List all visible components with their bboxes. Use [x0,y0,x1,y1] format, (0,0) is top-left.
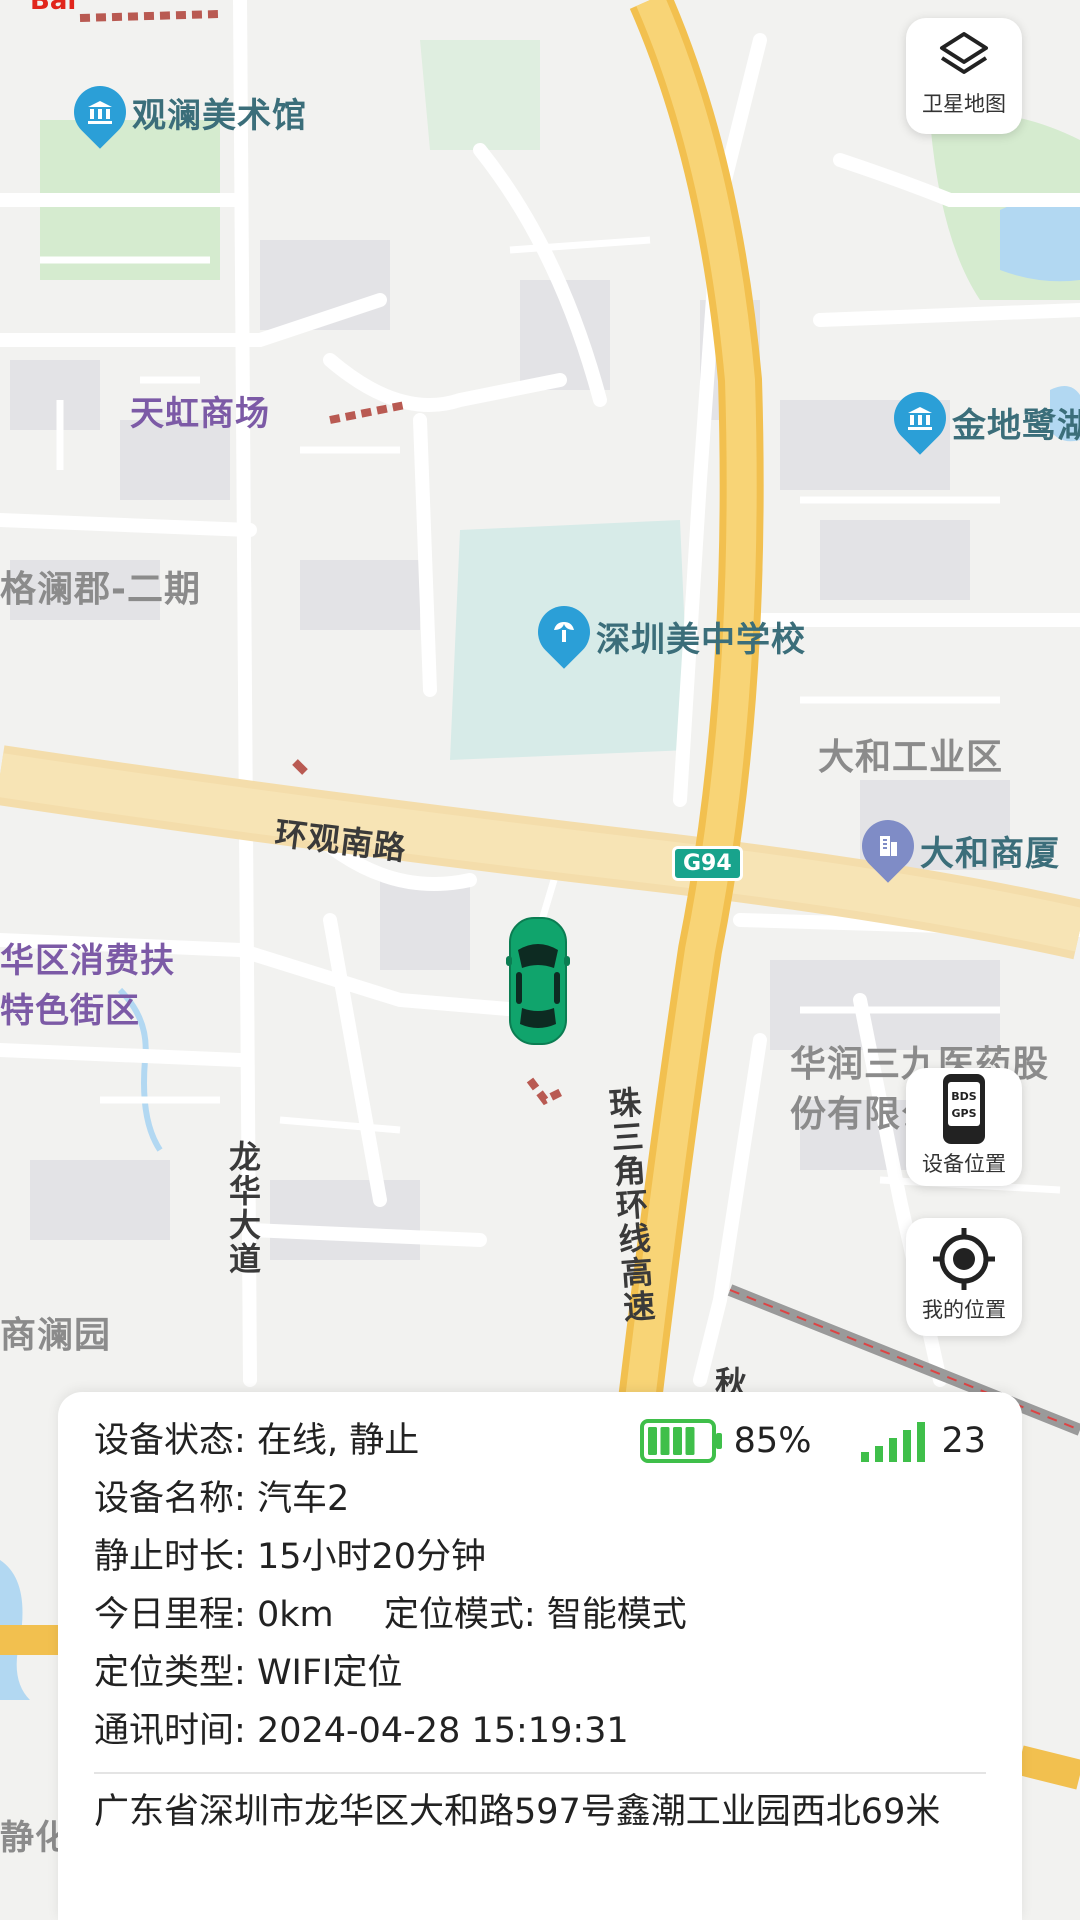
address-text: 广东省深圳市龙华区大和路597号鑫潮工业园西北69米 [94,1792,941,1832]
mileage-label: 今日里程: [94,1595,246,1635]
device-location-label: 设备位置 [922,1152,1006,1176]
my-location-button[interactable]: 我的位置 [906,1218,1022,1336]
poi-longhua-consumption-street[interactable]: 华区消费扶特色街区 [0,936,200,1036]
device-location-button[interactable]: BDS GPS 设备位置 [906,1068,1022,1186]
poi-shenzhen-meizhong-school[interactable]: 深圳美中学校 [596,612,806,661]
device-name-row: 设备名称: 汽车2 [94,1470,986,1528]
location-type-value: WIFI定位 [256,1653,403,1693]
museum-icon [908,407,932,430]
battery-percent: 85% [733,1421,812,1461]
museum-pin-icon[interactable] [63,75,137,149]
battery-level-bars [647,1427,695,1455]
residential-pin-icon[interactable] [883,381,957,455]
dashed-boundary [79,10,221,22]
battery-bar [647,1427,657,1455]
battery-bar [660,1427,670,1455]
signal-strength-icon [861,1422,926,1462]
mileage-value: 0km [256,1595,334,1635]
dashed-boundary [292,759,308,775]
poi-guanlan-art-museum[interactable]: 观澜美术馆 [132,88,307,137]
my-location-label: 我的位置 [922,1298,1006,1322]
device-name-value: 汽车2 [256,1479,350,1519]
still-duration-label: 静止时长: [94,1537,246,1577]
still-duration-row: 静止时长: 15小时20分钟 [94,1528,986,1586]
location-type-label: 定位类型: [94,1653,246,1693]
road-longhua-avenue: 龙华大道 [224,1140,262,1276]
car-marker-icon[interactable] [506,916,570,1046]
device-name-label: 设备名称: [94,1479,246,1519]
school-pin-icon[interactable] [527,595,601,669]
status-indicators: 85% 23 [639,1412,986,1470]
poi-jindi-egret[interactable]: 金地鹭湖 [952,398,1080,447]
satellite-map-button[interactable]: 卫星地图 [906,18,1022,134]
status-value: 在线, 静止 [256,1421,420,1461]
gps-text: GPS [951,1107,976,1120]
battery-icon [639,1419,722,1463]
dashed-boundary [526,1077,567,1106]
mileage-mode-row: 今日里程: 0km 定位模式: 智能模式 [94,1586,986,1644]
location-mode-value: 智能模式 [546,1595,687,1635]
poi-dahe-industrial-zone[interactable]: 大和工业区 [818,728,1003,780]
comm-time-value: 2024-04-28 15:19:31 [256,1711,629,1751]
g94-route-shield: G94 [672,846,743,881]
museum-icon [88,101,112,124]
layers-icon [940,32,988,74]
satellite-map-label: 卫星地图 [922,92,1006,116]
building-pin-icon[interactable] [851,809,925,883]
road-right-bottom [1016,1745,1080,1790]
location-mode-label: 定位模式: [383,1595,536,1635]
poi-gelanjun-phase2[interactable]: 格澜郡-二期 [0,560,201,612]
office-building-icon [880,836,897,856]
location-type-row: 定位类型: WIFI定位 [94,1644,986,1702]
school-icon [554,622,574,642]
divider [94,1772,986,1774]
poi-dahe-building[interactable]: 大和商厦 [920,826,1060,875]
poi-shanglan-garden[interactable]: 商澜园 [0,1306,111,1358]
battery-bar [685,1427,695,1455]
battery-bar [672,1427,682,1455]
bds-gps-device-icon: BDS GPS [943,1074,985,1144]
signal-value: 23 [941,1421,986,1461]
comm-time-row: 通讯时间: 2024-04-28 15:19:31 [94,1702,986,1760]
poi-tianhong-mall[interactable]: 天虹商场 [130,386,270,435]
status-label: 设备状态: [94,1421,246,1461]
still-duration-value: 15小时20分钟 [256,1537,487,1577]
device-info-panel: 设备状态: 在线, 静止 85% 23 设备名称: 汽车2 静止时长: 15小时… [58,1392,1022,1920]
bds-text: BDS [951,1090,977,1103]
green-block [420,40,540,150]
baidu-map-logo: Bai [30,0,77,16]
comm-time-label: 通讯时间: [94,1711,246,1751]
crosshair-icon [933,1228,995,1290]
lake [1000,198,1080,282]
dashed-boundary [329,401,406,424]
